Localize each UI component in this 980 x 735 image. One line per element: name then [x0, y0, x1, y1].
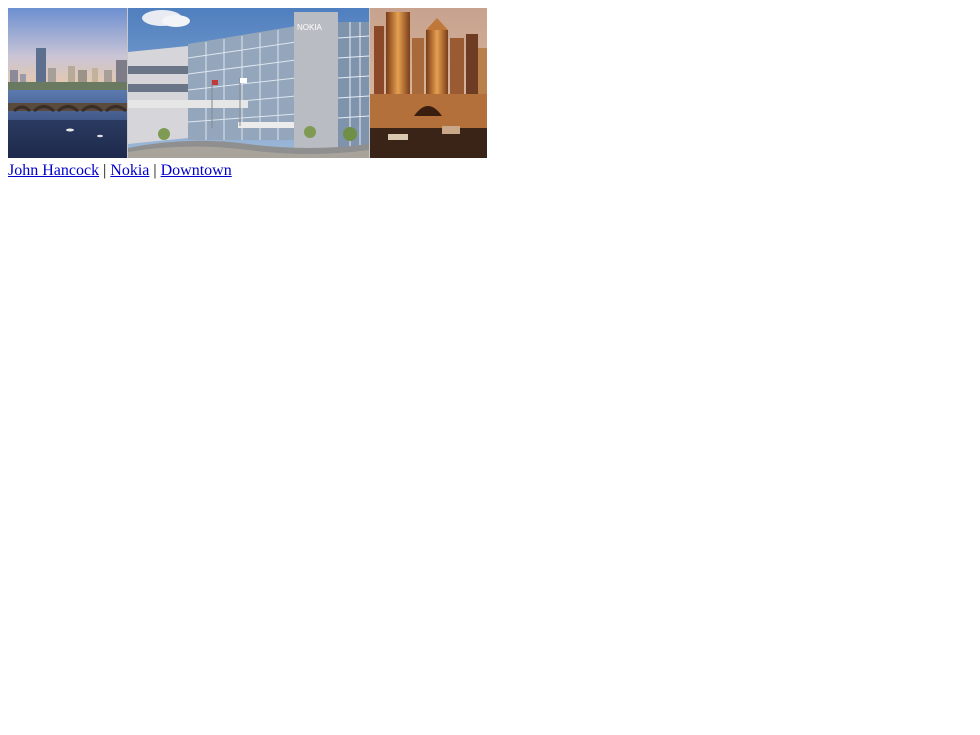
link-separator: |: [149, 162, 161, 179]
link-separator: |: [99, 162, 111, 179]
nokia-link[interactable]: Nokia: [110, 162, 149, 179]
downtown-skyline-photo: [370, 8, 487, 158]
photo-strip: NOKIA: [8, 8, 487, 158]
downtown-link[interactable]: Downtown: [161, 162, 232, 179]
nokia-building-photo: NOKIA: [128, 8, 369, 158]
john-hancock-photo: [8, 8, 127, 158]
location-links: John Hancock | Nokia | Downtown: [8, 161, 232, 181]
nokia-sign: NOKIA: [297, 23, 323, 32]
john-hancock-link[interactable]: John Hancock: [8, 162, 99, 179]
